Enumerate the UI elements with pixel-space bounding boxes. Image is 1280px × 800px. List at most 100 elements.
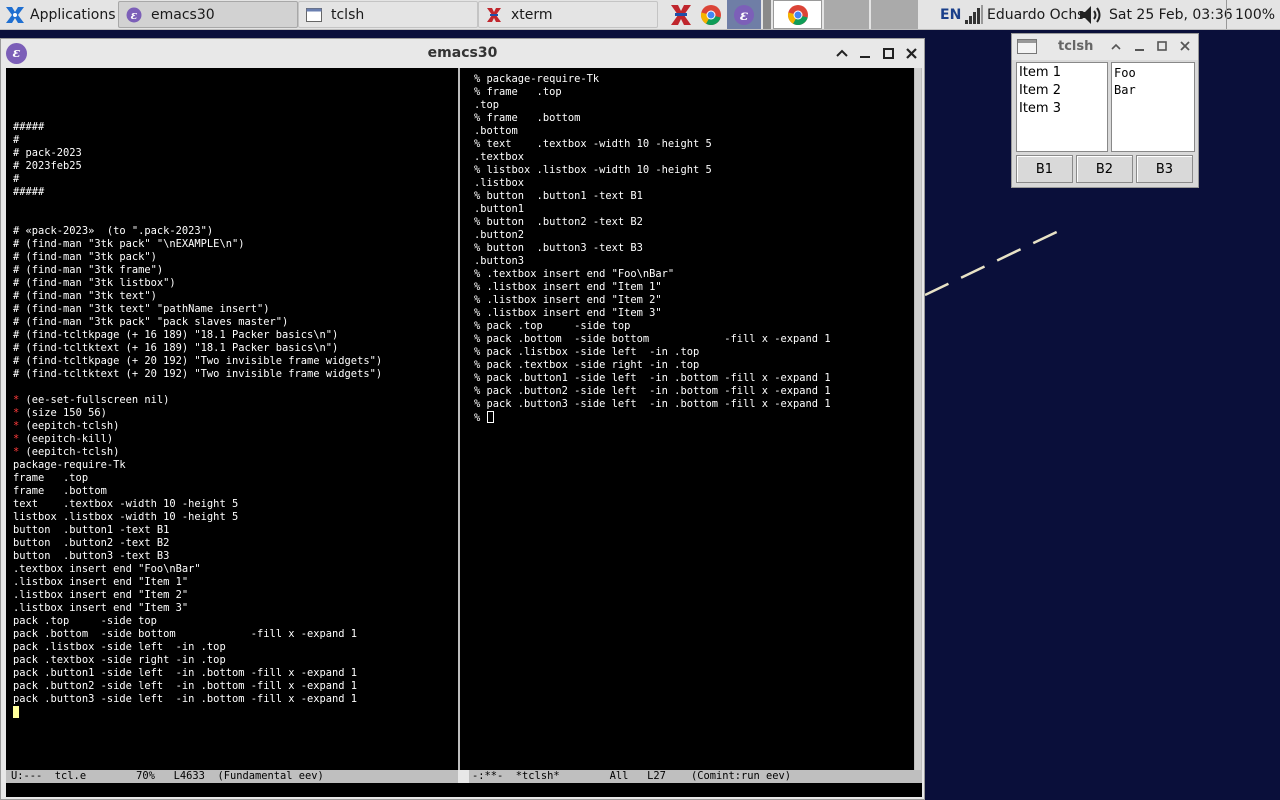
code-line: # (find-man "3tk pack" "\nEXAMPLE\n") [13,238,245,250]
code-line: # «pack-2023» (to ".pack-2023") [13,225,214,237]
text-cursor [486,411,494,423]
listbox-item[interactable]: Item 1 [1019,64,1107,82]
code-line: % package-require-Tk [474,73,600,85]
modeline-right[interactable]: -:**- *tclsh* All L27 (Comint:run eev) [469,770,922,783]
b3-button[interactable]: B3 [1136,155,1193,183]
code-line: text .textbox -width 10 -height 5 [13,498,239,510]
network-signal-icon[interactable] [965,5,983,28]
keyboard-layout[interactable]: EN [940,0,961,29]
workspace-2[interactable] [763,0,771,29]
task-emacs30[interactable]: ɛ emacs30 [118,1,298,28]
emacs-launcher-icon[interactable]: ɛ [731,2,757,28]
modeline-left[interactable]: U:--- tcl.e 70% L4633 (Fundamental eev) [6,770,458,783]
left-buffer-tcl-e[interactable]: ##### # # pack-2023 # 2023feb25 # ##### # «pac… [6,68,458,770]
code-line: # [13,173,20,185]
emacs-titlebar[interactable]: ɛ emacs30 [1,39,924,68]
minimize-button[interactable] [855,43,875,63]
clock[interactable]: Sat 25 Feb, 03:36 [1109,0,1233,29]
task-tclsh[interactable]: tclsh [298,1,478,28]
text-cursor [13,706,19,718]
close-button[interactable] [1176,37,1194,55]
right-buffer-tclsh[interactable]: % package-require-Tk% frame .top .top% fr… [469,68,914,770]
task-label: tclsh [331,6,365,23]
code-line: button .button3 -text B3 [13,550,170,562]
tk-listbox[interactable]: Item 1 Item 2 Item 3 [1016,62,1108,152]
listbox-item[interactable]: Item 3 [1019,100,1107,118]
maximize-button[interactable] [878,43,898,63]
code-line: frame .top [13,472,89,484]
scrollbar-thumb[interactable] [915,68,921,770]
code-line: % pack .listbox -side left -in .top [474,346,700,358]
code-line: % text .textbox -width 10 -height 5 [474,138,712,150]
close-button[interactable] [901,43,921,63]
window-divider[interactable] [458,68,469,770]
cursor-line [13,706,382,719]
emacs-window[interactable]: ɛ emacs30 ##### # # pack-2023 # 2023feb25 # #… [0,38,925,800]
window-title: tclsh [1058,39,1094,54]
code-line: # (find-man "3tk text" "pathName insert"… [13,303,270,315]
code-line: .listbox [474,177,525,189]
svg-text:ɛ: ɛ [740,8,749,24]
code-line: % button .button2 -text B2 [474,216,643,228]
user-name[interactable]: Eduardo Ochs [987,0,1084,29]
code-line: * (ee-set-fullscreen nil) [13,394,170,406]
code-line: % pack .button2 -side left -in .bottom -… [474,385,831,397]
code-line: # (find-man "3tk pack") [13,251,157,263]
shade-button[interactable] [832,43,852,63]
scrollbar[interactable] [914,68,922,770]
minibuffer[interactable] [6,783,922,797]
code-line: .listbox insert end "Item 1" [13,576,189,588]
code-line: .bottom [474,125,518,137]
left-buffer-text[interactable]: ##### # # pack-2023 # 2023feb25 # ##### # «pac… [13,95,382,719]
tclsh-titlebar[interactable]: tclsh [1012,34,1198,60]
code-line: # [13,134,20,146]
tk-textbox[interactable]: Foo Bar [1111,62,1195,152]
window-icon [1017,39,1037,54]
code-line: % pack .button3 -side left -in .bottom -… [474,398,831,410]
code-line: # (find-tcltktext (+ 16 189) "18.1 Packe… [13,342,339,354]
workspace-5[interactable] [871,0,918,29]
tclsh-window[interactable]: tclsh Item 1 Item 2 Item 3 Foo Bar B1 B2… [1011,33,1199,188]
code-line: % pack .button1 -side left -in .bottom -… [474,372,831,384]
task-xterm[interactable]: xterm [478,1,658,28]
right-buffer-text[interactable]: % package-require-Tk% frame .top .top% fr… [474,73,831,424]
code-line: # (find-tcltkpage (+ 20 192) "Two invisi… [13,355,383,367]
workspace-4[interactable] [824,0,869,29]
minimize-button[interactable] [1130,37,1148,55]
xterm-icon [485,6,503,24]
code-line: % frame .bottom [474,112,581,124]
code-line: % .listbox insert end "Item 1" [474,281,662,293]
listbox-item[interactable]: Item 2 [1019,82,1107,100]
code-line: .listbox insert end "Item 2" [13,589,189,601]
code-line: .listbox insert end "Item 3" [13,602,189,614]
maximize-button[interactable] [1153,37,1171,55]
window-title: emacs30 [427,45,498,61]
b2-button[interactable]: B2 [1076,155,1133,183]
code-line: % .listbox insert end "Item 2" [474,294,662,306]
volume-icon[interactable] [1079,5,1103,29]
code-line: % pack .textbox -side right -in .top [474,359,700,371]
battery-level[interactable]: 100% [1235,0,1275,29]
code-line: package-require-Tk [13,459,126,471]
applications-menu[interactable]: Applications [0,0,116,29]
b1-button[interactable]: B1 [1016,155,1073,183]
xterm-launcher-icon[interactable] [668,2,694,28]
chrome-launcher-icon[interactable] [785,2,811,28]
code-line: pack .button3 -side left -in .bottom -fi… [13,693,358,705]
top-panel: Applications ɛ emacs30 tclsh xterm ɛ EN … [0,0,1280,30]
code-line: pack .button1 -side left -in .bottom -fi… [13,667,358,679]
applications-label: Applications [30,6,116,23]
code-line: % listbox .listbox -width 10 -height 5 [474,164,712,176]
code-line: % pack .top -side top [474,320,631,332]
shell-prompt: % [474,412,487,424]
chrome-launcher-icon[interactable] [698,2,724,28]
task-label: emacs30 [151,6,215,23]
prompt-line[interactable]: % [474,411,831,424]
shade-button[interactable] [1107,37,1125,55]
code-line: # (find-man "3tk listbox") [13,277,176,289]
